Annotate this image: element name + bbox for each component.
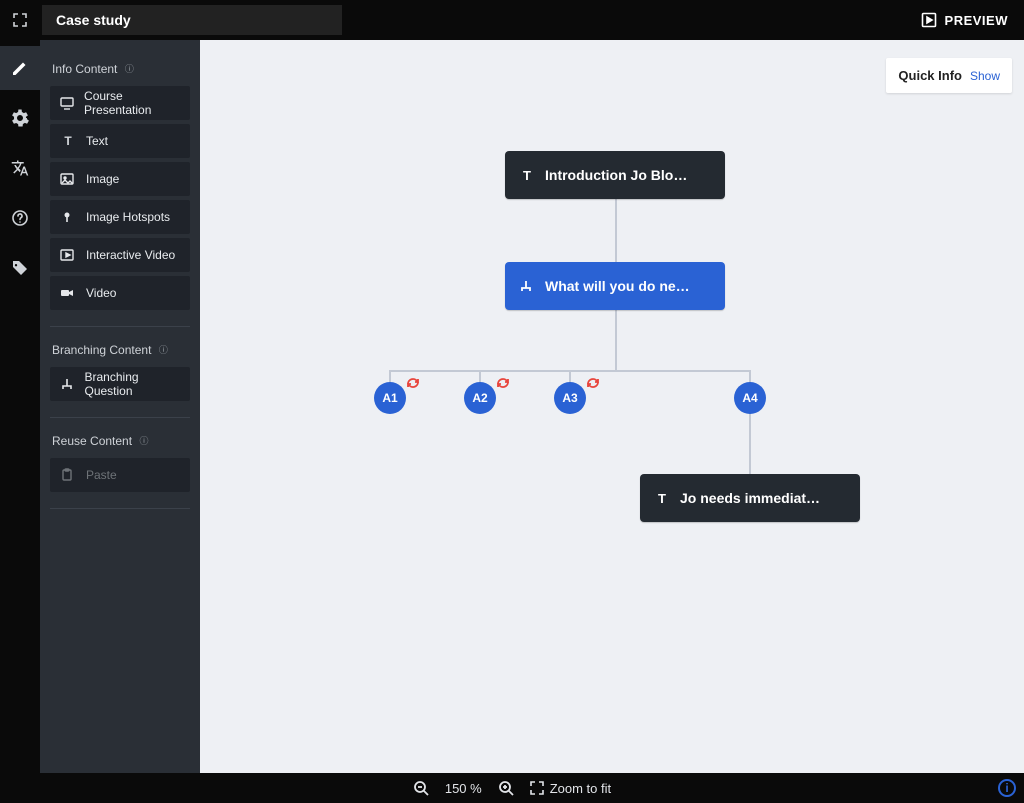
info-help-icon[interactable]: ⓘ	[123, 63, 135, 75]
rail-help[interactable]	[0, 196, 40, 240]
preview-label: PREVIEW	[945, 13, 1008, 28]
loop-badge-a2	[495, 375, 513, 393]
connector	[615, 310, 617, 370]
palette-label: Video	[86, 286, 116, 300]
quick-info-panel: Quick Info Show	[886, 58, 1012, 93]
palette-label: Image	[86, 172, 119, 186]
node-label: What will you do ne…	[545, 278, 690, 294]
project-title[interactable]: Case study	[42, 5, 342, 35]
quick-info-title: Quick Info	[898, 68, 962, 83]
connector	[749, 412, 751, 476]
node-branching-question[interactable]: What will you do ne…	[505, 262, 725, 310]
canvas-info-button[interactable]: i	[998, 779, 1016, 797]
hotspots-icon	[60, 210, 76, 224]
loop-badge-a1	[405, 375, 423, 393]
palette-video[interactable]: Video	[50, 276, 190, 310]
palette-course-presentation[interactable]: Course Presentation	[50, 86, 190, 120]
loop-badge-a3	[585, 375, 603, 393]
gear-icon	[11, 109, 29, 127]
section-title: Info Content	[52, 62, 117, 76]
alt-label: A4	[742, 391, 757, 405]
palette-label: Branching Question	[85, 370, 181, 398]
rail-settings[interactable]	[0, 96, 40, 140]
zoom-to-fit-label: Zoom to fit	[550, 781, 611, 796]
quick-info-show-link[interactable]: Show	[970, 69, 1000, 83]
left-rail	[0, 40, 40, 773]
node-label: Jo needs immediat…	[680, 490, 820, 506]
alt-a3[interactable]: A3	[554, 382, 586, 414]
palette-label: Paste	[86, 468, 117, 482]
palette-label: Text	[86, 134, 108, 148]
node-text-root[interactable]: T Introduction Jo Blo…	[505, 151, 725, 199]
branching-canvas[interactable]: Quick Info Show T Introduction Jo Blo… W…	[200, 40, 1024, 773]
content-palette: Info Content ⓘ Course Presentation T Tex…	[40, 40, 200, 773]
alt-label: A1	[382, 391, 397, 405]
info-help-icon[interactable]: ⓘ	[157, 344, 169, 356]
image-icon	[60, 172, 76, 186]
zoom-out-button[interactable]	[413, 780, 429, 796]
section-title: Branching Content	[52, 343, 151, 357]
palette-label: Course Presentation	[84, 89, 180, 117]
section-branching-content: Branching Content ⓘ	[52, 343, 188, 357]
video-icon	[60, 286, 76, 300]
zoom-in-button[interactable]	[498, 780, 514, 796]
alt-a4[interactable]: A4	[734, 382, 766, 414]
help-icon	[11, 209, 29, 227]
palette-image-hotspots[interactable]: Image Hotspots	[50, 200, 190, 234]
palette-label: Interactive Video	[86, 248, 175, 262]
interactive-video-icon	[60, 248, 76, 262]
alt-label: A3	[562, 391, 577, 405]
info-help-icon[interactable]: ⓘ	[138, 435, 150, 447]
text-icon: T	[654, 491, 670, 506]
paste-icon	[60, 468, 76, 482]
palette-branching-question[interactable]: Branching Question	[50, 367, 190, 401]
palette-image[interactable]: Image	[50, 162, 190, 196]
presentation-icon	[60, 96, 74, 110]
palette-label: Image Hotspots	[86, 210, 170, 224]
connector	[615, 196, 617, 262]
palette-interactive-video[interactable]: Interactive Video	[50, 238, 190, 272]
zoom-level: 150 %	[445, 781, 482, 796]
alt-a2[interactable]: A2	[464, 382, 496, 414]
play-icon	[921, 12, 937, 28]
rail-translate[interactable]	[0, 146, 40, 190]
branch-icon	[519, 279, 535, 293]
pencil-icon	[11, 59, 29, 77]
node-text-leaf[interactable]: T Jo needs immediat…	[640, 474, 860, 522]
node-label: Introduction Jo Blo…	[545, 167, 687, 183]
top-bar: Case study PREVIEW	[0, 0, 1024, 40]
project-title-text: Case study	[56, 12, 131, 28]
rail-tags[interactable]	[0, 246, 40, 290]
rail-edit[interactable]	[0, 46, 40, 90]
section-info-content: Info Content ⓘ	[52, 62, 188, 76]
palette-text[interactable]: T Text	[50, 124, 190, 158]
preview-button[interactable]: PREVIEW	[905, 0, 1024, 40]
translate-icon	[11, 159, 29, 177]
text-icon: T	[519, 168, 535, 183]
section-title: Reuse Content	[52, 434, 132, 448]
branch-icon	[60, 377, 75, 391]
text-icon: T	[60, 134, 76, 148]
section-reuse-content: Reuse Content ⓘ	[52, 434, 188, 448]
alt-a1[interactable]: A1	[374, 382, 406, 414]
status-bar: 150 % Zoom to fit i	[0, 773, 1024, 803]
palette-paste: Paste	[50, 458, 190, 492]
tag-icon	[11, 259, 29, 277]
zoom-to-fit-button[interactable]: Zoom to fit	[530, 781, 611, 796]
fullscreen-toggle-icon[interactable]	[4, 4, 36, 36]
alt-label: A2	[472, 391, 487, 405]
